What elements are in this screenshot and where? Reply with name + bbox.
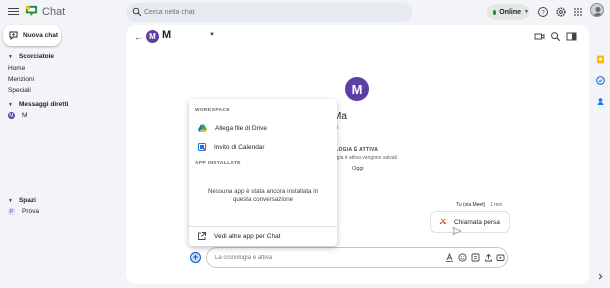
menu-item-calendar-invite[interactable]: Invito di Calendar xyxy=(189,138,337,156)
chevron-down-icon: ▼ xyxy=(8,101,13,108)
send-icon[interactable] xyxy=(452,226,462,236)
menu-item-label: Vedi altre app per Chat xyxy=(214,232,281,240)
shortcuts-header-label: Scorciatoie xyxy=(18,53,54,60)
direct-messages-header-label: Messaggi diretti xyxy=(18,101,69,108)
search-input[interactable] xyxy=(144,7,394,18)
account-photo-icon xyxy=(593,6,603,16)
apps-grid-icon[interactable] xyxy=(572,6,584,18)
chevron-down-icon: ▼ xyxy=(8,197,13,204)
conversation-title[interactable]: M xyxy=(162,29,171,41)
contact-avatar: M xyxy=(345,77,369,101)
day-separator: Oggi xyxy=(352,166,364,172)
sidebar-item-dm-m[interactable]: M M xyxy=(8,112,27,119)
missed-call-label: Chiamata persa xyxy=(454,218,500,226)
installed-apps-section-header: APP INSTALLATE xyxy=(195,161,241,166)
sidebar-item-label: Speciali xyxy=(8,87,31,94)
menu-item-label: Invito di Calendar xyxy=(214,143,265,151)
avatar: M xyxy=(146,30,159,43)
shortcuts-header[interactable]: ▼ Scorciatoie xyxy=(8,53,54,60)
new-chat-label: Nuova chat xyxy=(23,32,59,39)
svg-text:?: ? xyxy=(541,10,545,16)
google-keep-icon[interactable] xyxy=(596,55,605,64)
no-apps-message: Nessuna app è stata ancora installata in… xyxy=(207,188,319,203)
new-chat-icon xyxy=(9,31,18,40)
menu-item-attach-drive[interactable]: Allega file di Drive xyxy=(189,119,337,137)
spaces-header-label: Spazi xyxy=(18,197,36,204)
app-title: Chat xyxy=(42,6,66,18)
attachments-menu: WORKSPACE Allega file di Drive Invito di… xyxy=(189,99,337,246)
avatar: M xyxy=(8,112,15,119)
top-bar: Chat Online ▼ ? xyxy=(0,0,610,25)
back-arrow-icon[interactable]: ← xyxy=(134,32,143,42)
message-time: 1 min xyxy=(490,202,503,208)
chevron-right-icon[interactable] xyxy=(596,272,605,281)
sidebar-item-space-prova[interactable]: P Prova xyxy=(8,208,39,215)
missed-call-icon xyxy=(440,218,446,225)
sidebar-item-label: Home xyxy=(8,65,26,72)
compose-area: + xyxy=(190,247,512,268)
chevron-down-icon[interactable]: ▼ xyxy=(209,32,215,38)
google-calendar-icon xyxy=(198,143,206,151)
status-label: Online xyxy=(499,8,522,16)
video-clip-icon[interactable] xyxy=(496,253,505,262)
gif-sticker-icon[interactable] xyxy=(471,253,480,262)
emoji-icon[interactable] xyxy=(458,253,467,262)
status-dropdown[interactable]: Online ▼ xyxy=(487,4,529,20)
help-icon[interactable]: ? xyxy=(537,6,549,18)
status-dot-icon xyxy=(493,9,497,15)
space-avatar: P xyxy=(8,208,15,215)
google-tasks-icon[interactable] xyxy=(596,76,605,85)
menu-item-more-apps[interactable]: Vedi altre app per Chat xyxy=(189,227,337,245)
spaces-header[interactable]: ▼ Spazi xyxy=(8,197,36,204)
sidebar-item-label: Menzioni xyxy=(8,76,35,83)
text-format-icon[interactable] xyxy=(445,253,454,262)
new-chat-button[interactable]: Nuova chat xyxy=(3,25,61,46)
search-bar[interactable] xyxy=(126,3,412,22)
direct-messages-header[interactable]: ▼ Messaggi diretti xyxy=(8,101,68,108)
sidebar-item-home[interactable]: Home xyxy=(8,65,25,72)
workspace-section-header: WORKSPACE xyxy=(195,108,230,113)
side-panel-icon[interactable] xyxy=(566,31,577,42)
side-apps-rail xyxy=(592,25,610,288)
search-icon[interactable] xyxy=(550,31,561,42)
open-external-icon xyxy=(198,232,206,240)
search-icon[interactable] xyxy=(132,7,142,17)
sidebar-item-mentions[interactable]: Menzioni xyxy=(8,76,34,83)
message-input[interactable] xyxy=(215,253,435,263)
compose-box[interactable] xyxy=(206,247,508,268)
main-menu-icon[interactable] xyxy=(8,6,19,17)
add-attachment-button[interactable]: + xyxy=(190,252,201,263)
sidebar-item-starred[interactable]: Speciali xyxy=(8,87,31,94)
account-avatar[interactable] xyxy=(590,3,604,17)
settings-icon[interactable] xyxy=(555,6,567,18)
video-call-icon[interactable] xyxy=(534,31,545,42)
menu-item-label: Allega file di Drive xyxy=(215,124,268,132)
missed-call-card[interactable]: Chiamata persa xyxy=(430,211,510,233)
google-contacts-icon[interactable] xyxy=(596,97,605,106)
sidebar-item-label: M xyxy=(22,112,28,119)
chevron-down-icon: ▼ xyxy=(8,53,13,60)
chevron-down-icon: ▼ xyxy=(524,9,529,15)
upload-icon[interactable] xyxy=(484,253,493,262)
sidebar-item-label: Prova xyxy=(22,208,39,215)
google-chat-logo xyxy=(25,5,38,17)
google-drive-icon xyxy=(198,124,207,132)
message-sender: Tu (via Meet) xyxy=(456,202,486,208)
